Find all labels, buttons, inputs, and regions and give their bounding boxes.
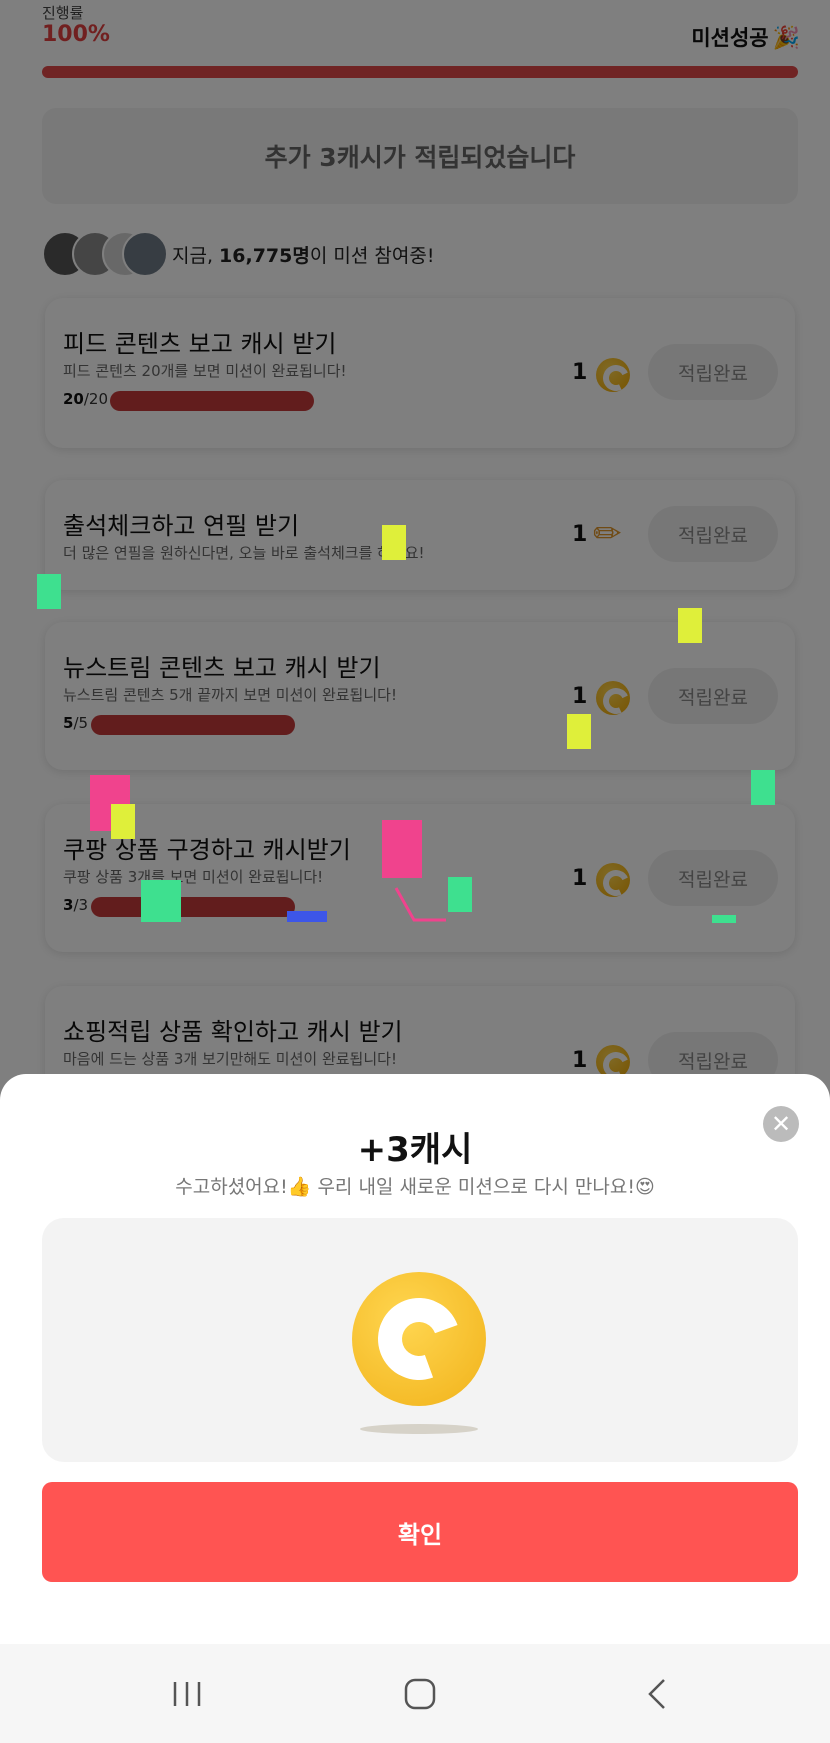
coin-symbol xyxy=(364,1284,474,1394)
sheet-title: +3캐시 xyxy=(357,1130,473,1170)
confetti-piece xyxy=(287,911,327,922)
coin-icon xyxy=(352,1272,486,1406)
confetti-piece xyxy=(37,574,61,609)
confetti-piece xyxy=(448,877,472,912)
confirm-button[interactable]: 확인 xyxy=(42,1482,798,1582)
coin-shadow xyxy=(360,1424,478,1434)
confetti-piece xyxy=(751,770,775,805)
back-icon[interactable] xyxy=(640,1674,674,1714)
confetti-piece xyxy=(567,714,591,749)
mission-page: 진행률 100% 미션성공🎉 추가 3캐시가 적립되었습니다 지금, 16,77… xyxy=(0,0,830,1743)
coin-panel xyxy=(42,1218,798,1462)
home-icon[interactable] xyxy=(400,1674,440,1714)
confirm-button-label: 확인 xyxy=(397,1520,443,1549)
recent-apps-icon[interactable] xyxy=(170,1674,204,1714)
confetti-piece xyxy=(382,820,422,878)
confetti-piece xyxy=(141,880,181,922)
system-nav-bar xyxy=(0,1644,830,1743)
confetti-piece xyxy=(678,608,702,643)
confetti-streamer xyxy=(394,887,446,922)
confetti-piece xyxy=(712,915,736,923)
sheet-subtitle: 수고하셨어요!👍 우리 내일 새로운 미션으로 다시 만나요!😍 xyxy=(175,1176,655,1198)
confetti-piece xyxy=(382,525,406,560)
reward-bottom-sheet: ✕ +3캐시 수고하셨어요!👍 우리 내일 새로운 미션으로 다시 만나요!😍 … xyxy=(0,1074,830,1644)
confetti-piece xyxy=(111,804,135,839)
